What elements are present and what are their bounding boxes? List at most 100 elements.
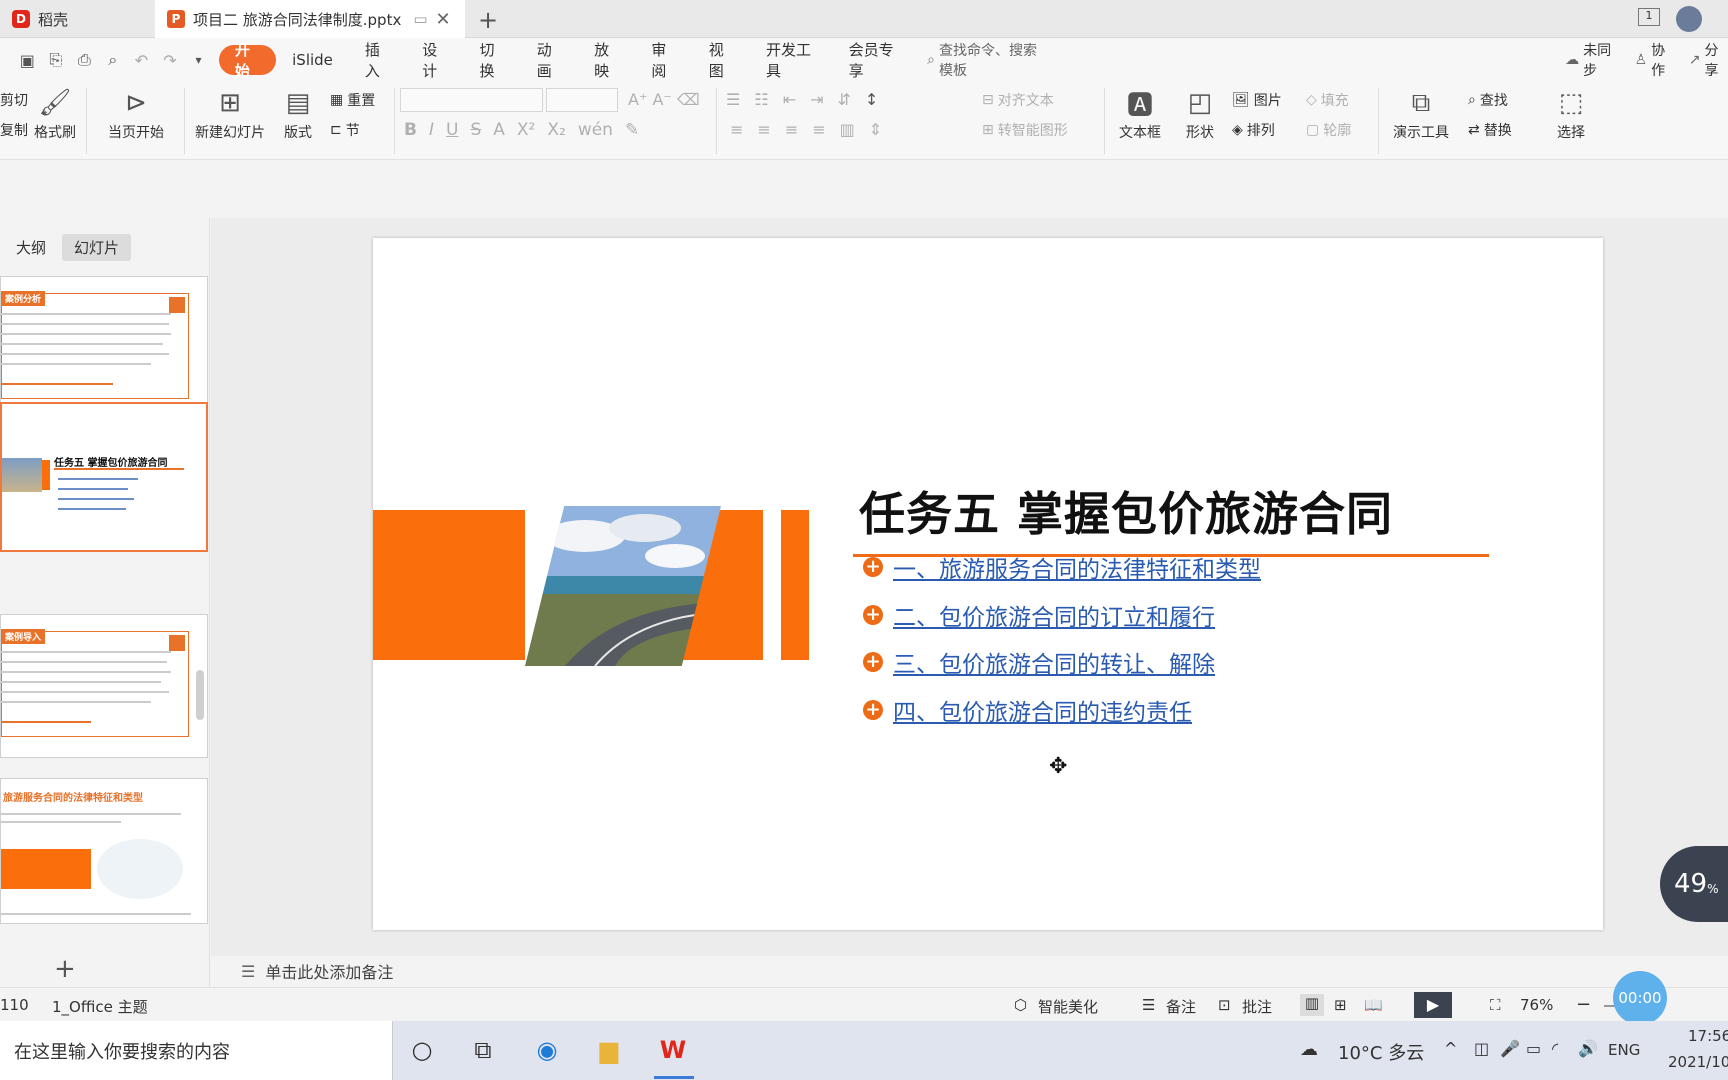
agenda-item-2[interactable]: + 二、包价旅游合同的订立和履行 [863, 598, 1215, 632]
agenda-item-4[interactable]: + 四、包价旅游合同的违约责任 [863, 693, 1192, 727]
normal-view-icon[interactable]: ▥ [1300, 994, 1324, 1016]
sorter-view-icon[interactable]: ⊞ [1334, 996, 1347, 1014]
font-size-select[interactable] [546, 88, 618, 112]
new-tab-button[interactable]: + [478, 6, 498, 34]
menu-islide[interactable]: iSlide [276, 45, 349, 75]
zoom-level[interactable]: 76% [1520, 996, 1553, 1014]
picture-button[interactable]: 🖼 图片 [1232, 90, 1282, 110]
redo-icon[interactable]: ↷ [161, 49, 180, 71]
wps-icon[interactable]: W [656, 1033, 690, 1067]
notes-bar[interactable]: ☰ 单击此处添加备注 [211, 956, 1728, 986]
agenda-link[interactable]: 三、包价旅游合同的转让、解除 [893, 645, 1215, 679]
new-slide-button[interactable]: ⊞ 新建幻灯片 [190, 84, 270, 142]
menu-design[interactable]: 设计 [406, 41, 463, 80]
justify-icon[interactable]: ≡ [812, 120, 825, 139]
clock-date[interactable]: 2021/10 [1668, 1053, 1728, 1071]
beautify-button[interactable]: 智能美化 [1038, 996, 1098, 1017]
phonetic-icon[interactable]: wén [578, 120, 613, 140]
slide-canvas[interactable]: 任务五 掌握包价旅游合同 + 一、旅游服务合同的法律特征和类型 + 二、包价旅游… [373, 238, 1603, 930]
tab-outline[interactable]: 大纲 [4, 234, 58, 261]
agenda-item-3[interactable]: + 三、包价旅游合同的转让、解除 [863, 645, 1215, 679]
replace-button[interactable]: ⇄ 替换 [1468, 120, 1512, 140]
taskbar-search[interactable]: 在这里输入你要搜索的内容 [0, 1021, 393, 1080]
select-button[interactable]: ⬚ 选择 [1546, 84, 1596, 142]
add-slide-button[interactable]: + [54, 954, 76, 984]
agenda-link[interactable]: 四、包价旅游合同的违约责任 [893, 693, 1192, 727]
align-left-icon[interactable]: ≡ [730, 120, 743, 139]
close-icon[interactable]: ✕ [436, 9, 451, 30]
present-tools-button[interactable]: ⧉ 演示工具 [1384, 84, 1458, 142]
wifi-icon[interactable]: ◜ [1552, 1039, 1558, 1058]
format-painter-button[interactable]: 🖌 格式刷 [30, 84, 80, 142]
clock-time[interactable]: 17:56 [1688, 1027, 1728, 1045]
avatar[interactable] [1676, 6, 1702, 32]
agenda-item-1[interactable]: + 一、旅游服务合同的法律特征和类型 [863, 550, 1261, 584]
strikethrough-icon[interactable]: S [470, 120, 481, 140]
menu-home[interactable]: 开始 [218, 41, 277, 80]
slide-thumbnail-2[interactable]: 任务五 掌握包价旅游合同 [0, 402, 208, 552]
menu-view[interactable]: 视图 [693, 41, 750, 80]
print-preview-icon[interactable]: ⌕ [104, 49, 123, 71]
menu-review[interactable]: 审阅 [635, 41, 692, 80]
zoom-out-button[interactable]: − [1576, 994, 1591, 1015]
save-icon[interactable]: ▣ [18, 49, 37, 71]
edge-icon[interactable]: ◉ [530, 1033, 564, 1067]
number-list-icon[interactable]: ☷ [754, 90, 768, 109]
agenda-link[interactable]: 二、包价旅游合同的订立和履行 [893, 598, 1215, 632]
bold-icon[interactable]: B [404, 120, 417, 140]
weather-text[interactable]: 10°C 多云 [1338, 1039, 1424, 1065]
paragraph-controls-row2[interactable]: ≡ ≡ ≡ ≡ ▥ ⇕ [730, 120, 882, 139]
underline-icon[interactable]: U [446, 120, 458, 140]
volume-icon[interactable]: 🔊 [1578, 1039, 1598, 1058]
undo-icon[interactable]: ↶ [132, 49, 151, 71]
line-spacing-icon[interactable]: ↕ [865, 90, 878, 109]
file-explorer-icon[interactable]: ▆ [592, 1033, 626, 1067]
window-count-icon[interactable]: 1 [1638, 8, 1660, 26]
comments-button[interactable]: 批注 [1242, 996, 1272, 1017]
progress-widget[interactable]: 49% [1660, 846, 1728, 922]
play-button[interactable]: ▶ [1414, 992, 1452, 1018]
subscript-icon[interactable]: X₂ [547, 120, 565, 140]
arrange-button[interactable]: ◈ 排列 [1232, 120, 1275, 140]
font-size-controls[interactable]: A⁺ A⁻ ⌫ [628, 90, 700, 109]
copy-button[interactable]: 复制 [0, 120, 28, 140]
align-text-button[interactable]: ⊟ 对齐文本 [982, 90, 1054, 110]
share-button[interactable]: 分享 [1704, 40, 1728, 80]
font-color-icon[interactable]: A [493, 120, 505, 140]
microphone-icon[interactable]: 🎤 [1500, 1039, 1520, 1058]
layout-button[interactable]: ▤ 版式 [274, 84, 322, 142]
font-style-controls[interactable]: B I U S A X² X₂ wén ✎ [404, 120, 639, 140]
spacing-icon[interactable]: ⇕ [869, 120, 882, 139]
sync-status[interactable]: 未同步 [1583, 40, 1618, 80]
notes-placeholder[interactable]: 单击此处添加备注 [265, 959, 393, 983]
chevron-up-icon[interactable]: ^ [1444, 1039, 1457, 1058]
print-icon[interactable]: ⎙ [75, 49, 94, 71]
timer-badge[interactable]: 00:00 [1613, 971, 1667, 1025]
smart-shape-button[interactable]: ⊞ 转智能图形 [982, 120, 1068, 140]
monitor-icon[interactable]: ▭ [413, 10, 427, 28]
outline-button[interactable]: ▢ 轮廓 [1306, 120, 1351, 140]
command-search[interactable]: 查找命令、搜索模板 [939, 40, 1045, 80]
decrease-indent-icon[interactable]: ⇤ [783, 90, 796, 109]
fit-window-icon[interactable]: ⛶ [1490, 996, 1501, 1014]
align-center-icon[interactable]: ≡ [757, 120, 770, 139]
task-view-icon[interactable]: ⧉ [466, 1033, 500, 1067]
align-right-icon[interactable]: ≡ [785, 120, 798, 139]
tab-document[interactable]: P 项目二 旅游合同法律制度.pptx ▭ ✕ [155, 0, 465, 38]
cortana-icon[interactable]: ○ [405, 1033, 439, 1067]
reset-button[interactable]: ▦ 重置 [330, 90, 375, 110]
chevron-down-icon[interactable]: ▾ [189, 49, 208, 71]
tab-docer[interactable]: D 稻壳 [0, 0, 155, 38]
superscript-icon[interactable]: X² [517, 120, 535, 140]
increase-indent-icon[interactable]: ⇥ [810, 90, 823, 109]
agenda-link[interactable]: 一、旅游服务合同的法律特征和类型 [893, 550, 1261, 584]
paragraph-controls-row1[interactable]: ☰ ☷ ⇤ ⇥ ⇵ ↕ [726, 90, 878, 109]
battery-icon[interactable]: ▭ [1526, 1039, 1541, 1058]
tab-slides[interactable]: 幻灯片 [62, 234, 132, 261]
columns-icon[interactable]: ▥ [840, 120, 855, 139]
slide-thumbnail-3[interactable]: 案例导入 [0, 614, 208, 758]
scrollbar-thumb[interactable] [196, 670, 204, 720]
menu-member[interactable]: 会员专享 [833, 41, 916, 80]
italic-icon[interactable]: I [429, 120, 434, 140]
reading-view-icon[interactable]: 📖 [1364, 996, 1383, 1014]
